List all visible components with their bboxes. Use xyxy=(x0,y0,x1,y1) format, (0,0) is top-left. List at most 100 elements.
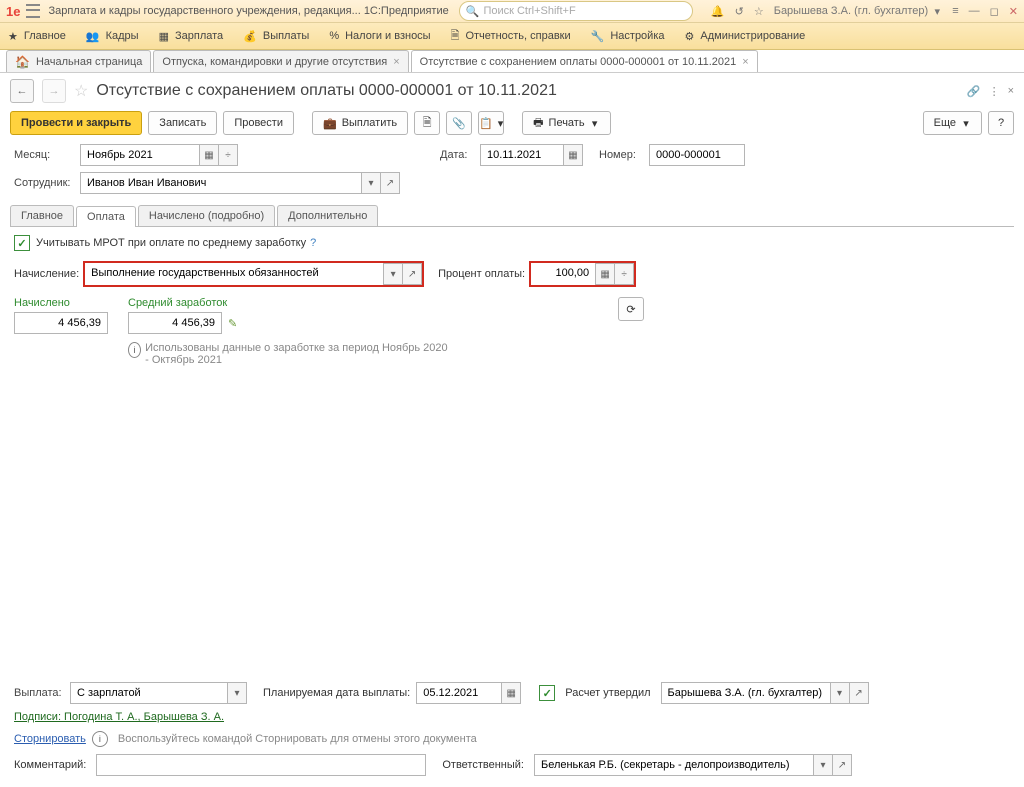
chevron-down-icon[interactable]: ▾ xyxy=(831,682,850,704)
subtab-accrued[interactable]: Начислено (подробно) xyxy=(138,205,275,226)
responsible-field[interactable]: ▾ ↗ xyxy=(534,754,852,776)
date-field[interactable]: ▦ xyxy=(480,144,583,166)
avg-field[interactable] xyxy=(128,312,222,334)
star-icon: ★ xyxy=(8,30,18,43)
help-icon[interactable]: ? xyxy=(310,237,316,249)
info-icon: i xyxy=(128,342,141,358)
subtab-extra[interactable]: Дополнительно xyxy=(277,205,378,226)
close-doc-icon[interactable]: × xyxy=(1008,85,1014,97)
percent-field[interactable]: ▦ ÷ xyxy=(529,261,636,287)
tab-absences[interactable]: Отпуска, командировки и другие отсутстви… xyxy=(153,50,408,72)
forward-button[interactable]: → xyxy=(42,79,66,103)
calc-icon[interactable]: ▦ xyxy=(595,263,615,285)
minimize-icon[interactable]: — xyxy=(969,5,980,17)
settings-icon[interactable]: ≡ xyxy=(952,5,958,17)
post-and-close-button[interactable]: Провести и закрыть xyxy=(10,111,142,135)
menu-taxes[interactable]: %Налоги и взносы xyxy=(329,30,430,42)
calendar-icon[interactable]: ▦ xyxy=(564,144,583,166)
close-icon[interactable]: ✕ xyxy=(1009,5,1018,18)
title-bar: 1e Зарплата и кадры государственного учр… xyxy=(0,0,1024,23)
menu-reports[interactable]: 🗎Отчетность, справки xyxy=(451,27,571,46)
info-icon: i xyxy=(92,731,108,747)
restore-icon[interactable]: ◻ xyxy=(990,5,999,18)
menu-salary[interactable]: ▦Зарплата xyxy=(159,30,224,43)
write-button[interactable]: Записать xyxy=(148,111,217,135)
print-button[interactable]: 🖶Печать▾ xyxy=(522,111,610,135)
approved-checkbox[interactable]: ✓ xyxy=(539,685,555,701)
month-label: Месяц: xyxy=(14,149,74,161)
accrued-field[interactable] xyxy=(14,312,108,334)
copy-button[interactable]: 📋▾ xyxy=(478,111,504,135)
current-user[interactable]: Барышева З.А. (гл. бухгалтер)▾ xyxy=(774,5,943,18)
close-icon[interactable]: × xyxy=(393,56,399,68)
command-bar: Провести и закрыть Записать Провести 💼Вы… xyxy=(0,109,1024,141)
history-icon[interactable]: ↺ xyxy=(735,5,744,18)
chevron-down-icon[interactable]: ▾ xyxy=(814,754,833,776)
comment-field[interactable] xyxy=(96,754,426,776)
menu-admin[interactable]: ⚙Администрирование xyxy=(685,30,806,43)
doc-title: Отсутствие с сохранением оплаты 0000-000… xyxy=(96,82,557,100)
number-label: Номер: xyxy=(599,149,643,161)
back-button[interactable]: ← xyxy=(10,79,34,103)
chevron-down-icon[interactable]: ▾ xyxy=(228,682,247,704)
attach-button[interactable]: 📎 xyxy=(446,111,472,135)
bell-icon[interactable]: 🔔 xyxy=(711,5,725,18)
chevron-down-icon[interactable]: ▾ xyxy=(383,263,403,285)
kebab-icon[interactable]: ⋮ xyxy=(989,85,1000,98)
open-icon[interactable]: ↗ xyxy=(381,172,400,194)
month-field[interactable]: ▦ ÷ xyxy=(80,144,238,166)
planned-label: Планируемая дата выплаты: xyxy=(263,687,410,699)
link-icon[interactable]: 🔗 xyxy=(967,85,981,98)
menu-settings[interactable]: 🔧Настройка xyxy=(591,30,665,43)
doc-icon-button[interactable]: 🗎 xyxy=(414,111,440,135)
help-button[interactable]: ? xyxy=(988,111,1014,135)
menu-icon[interactable] xyxy=(26,4,40,18)
reverse-link[interactable]: Сторнировать xyxy=(14,733,86,745)
menu-main[interactable]: ★Главное xyxy=(8,30,66,43)
search-icon: 🔍 xyxy=(466,5,480,18)
accrued-label: Начислено xyxy=(14,297,108,309)
reverse-hint: Воспользуйтесь командой Сторнировать для… xyxy=(118,733,477,745)
open-icon[interactable]: ↗ xyxy=(850,682,869,704)
payout-label: Выплата: xyxy=(14,687,64,699)
doc-tabs: 🏠Начальная страница Отпуска, командировк… xyxy=(0,50,1024,73)
info-text: Использованы данные о заработке за перио… xyxy=(145,342,448,366)
tab-current-doc[interactable]: Отсутствие с сохранением оплаты 0000-000… xyxy=(411,50,758,72)
subtab-main[interactable]: Главное xyxy=(10,205,74,226)
spinner-icon[interactable]: ÷ xyxy=(615,263,634,285)
app-logo: 1e xyxy=(6,4,20,19)
wallet-icon: 💼 xyxy=(323,117,337,130)
payout-field[interactable]: ▾ xyxy=(70,682,247,704)
employee-field[interactable]: ▾ ↗ xyxy=(80,172,400,194)
menu-payments[interactable]: 💰Выплаты xyxy=(243,30,309,43)
main-menu: ★Главное 👥Кадры ▦Зарплата 💰Выплаты %Нало… xyxy=(0,23,1024,50)
subtab-payment[interactable]: Оплата xyxy=(76,206,136,227)
chevron-down-icon[interactable]: ▾ xyxy=(362,172,381,194)
close-icon[interactable]: × xyxy=(742,56,748,68)
doc-footer: Выплата: ▾ Планируемая дата выплаты: ▦ ✓… xyxy=(0,673,1024,787)
star-icon[interactable]: ☆ xyxy=(754,5,764,18)
post-button[interactable]: Провести xyxy=(223,111,294,135)
pencil-icon[interactable]: ✎ xyxy=(228,317,237,330)
tab-home[interactable]: 🏠Начальная страница xyxy=(6,50,151,72)
mrot-checkbox[interactable]: ✓ xyxy=(14,235,30,251)
spinner-icon[interactable]: ÷ xyxy=(219,144,238,166)
favorite-icon[interactable]: ☆ xyxy=(74,81,88,101)
calendar-icon[interactable]: ▦ xyxy=(200,144,219,166)
signatures-link[interactable]: Подписи: Погодина Т. А., Барышева З. А. xyxy=(14,711,224,723)
number-field[interactable] xyxy=(649,144,745,166)
percent-icon: % xyxy=(329,30,339,42)
refresh-button[interactable]: ⟳ xyxy=(618,297,644,321)
menu-personnel[interactable]: 👥Кадры xyxy=(86,30,139,43)
planned-date-field[interactable]: ▦ xyxy=(416,682,521,704)
pay-button[interactable]: 💼Выплатить xyxy=(312,111,408,135)
calendar-icon[interactable]: ▦ xyxy=(502,682,521,704)
accrual-field[interactable]: ▾ ↗ xyxy=(83,261,424,287)
approved-field[interactable]: ▾ ↗ xyxy=(661,682,869,704)
search-placeholder: Поиск Ctrl+Shift+F xyxy=(483,5,575,17)
employee-label: Сотрудник: xyxy=(14,177,74,189)
global-search[interactable]: 🔍 Поиск Ctrl+Shift+F xyxy=(459,1,693,21)
open-icon[interactable]: ↗ xyxy=(403,263,422,285)
more-button[interactable]: Еще▾ xyxy=(923,111,982,135)
open-icon[interactable]: ↗ xyxy=(833,754,852,776)
